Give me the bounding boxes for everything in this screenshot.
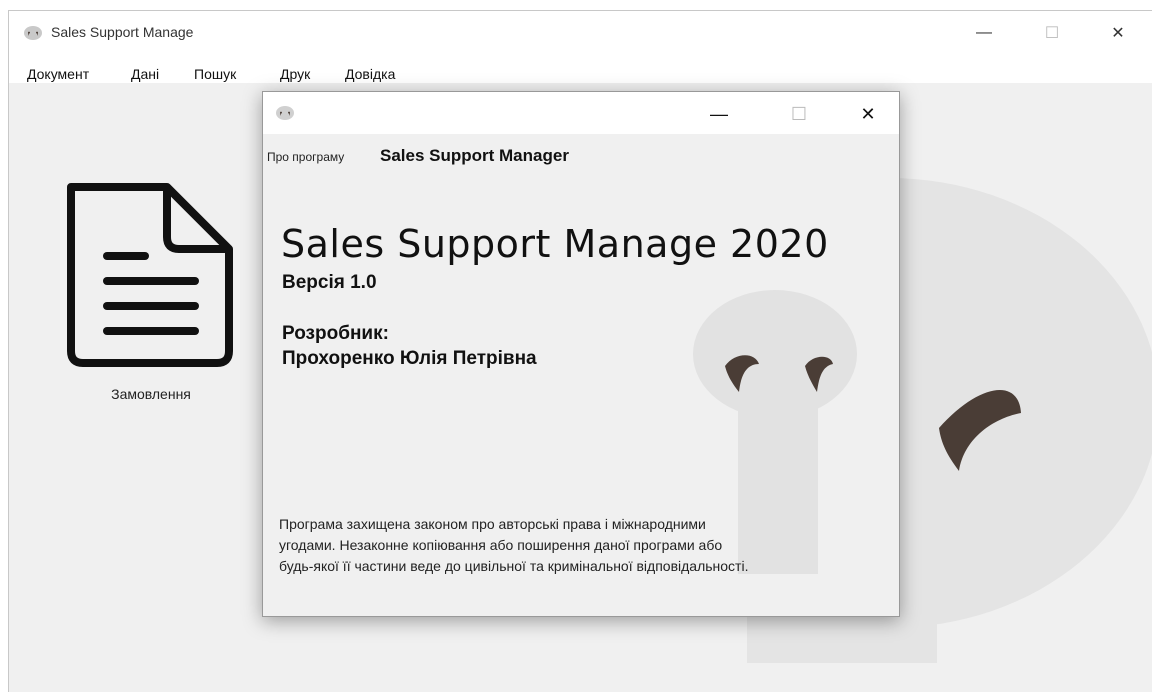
developer-name: Прохоренко Юлія Петрівна: [282, 348, 537, 369]
legal-notice: Програма захищена законом про авторські …: [279, 514, 889, 577]
document-icon: [67, 183, 233, 367]
legal-line: Програма захищена законом про авторські …: [279, 516, 706, 532]
product-title: Sales Support Manage 2020: [281, 222, 829, 266]
orders-tile-label[interactable]: Замовлення: [81, 386, 221, 402]
menu-bar: Документ Дані Пошук Друк Довідка: [9, 55, 1152, 83]
menu-document[interactable]: Документ: [27, 66, 89, 82]
dialog-close-button[interactable]: ✕: [845, 100, 891, 128]
app-logo-icon: [24, 26, 42, 40]
menu-help[interactable]: Довідка: [345, 66, 395, 82]
dialog-body: Про програму Sales Support Manager Sales…: [263, 134, 899, 616]
dialog-logo-icon: [276, 106, 294, 120]
window-title: Sales Support Manage: [51, 24, 194, 40]
close-button[interactable]: ✕: [1095, 21, 1141, 45]
about-prefix: Про програму: [267, 150, 345, 164]
legal-line: будь-якої її частини веде до цивільної т…: [279, 558, 749, 574]
orders-tile[interactable]: [49, 133, 249, 413]
title-bar[interactable]: Sales Support Manage — ☐ ✕: [9, 11, 1152, 55]
dialog-title-bar[interactable]: — ☐ ✕: [263, 92, 899, 134]
dialog-minimize-button[interactable]: —: [696, 100, 742, 128]
minimize-button[interactable]: —: [961, 21, 1007, 45]
menu-data[interactable]: Дані: [131, 66, 159, 82]
menu-print[interactable]: Друк: [280, 66, 310, 82]
maximize-button[interactable]: ☐: [1029, 21, 1075, 45]
legal-line: угодами. Незаконне копіювання або пошире…: [279, 537, 723, 553]
about-app-name: Sales Support Manager: [380, 146, 569, 165]
dialog-maximize-button[interactable]: ☐: [776, 100, 822, 128]
version-label: Версія 1.0: [282, 272, 377, 293]
menu-search[interactable]: Пошук: [194, 66, 236, 82]
about-dialog: — ☐ ✕ Про програму Sales Support Manager…: [262, 91, 900, 617]
developer-label: Розробник:: [282, 323, 389, 344]
